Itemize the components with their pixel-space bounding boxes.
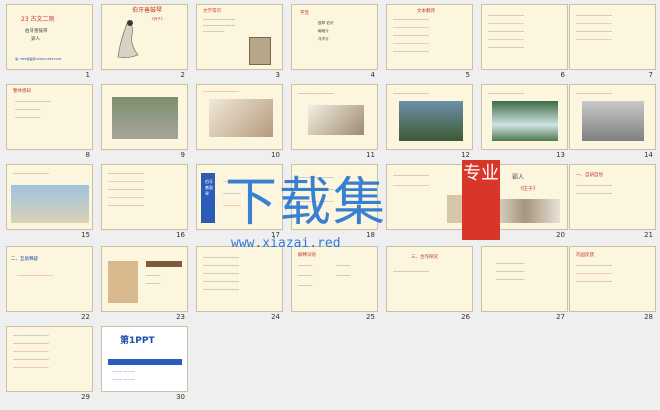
slide-thumbnail[interactable]: —————————— —————————— —————————— ———————… bbox=[196, 246, 283, 312]
slide-thumbnail[interactable]: ———————— ———————— ———————— bbox=[481, 246, 568, 312]
slide-thumbnail[interactable]: 解释词语 ———— ———— ———— ———— ———— bbox=[291, 246, 378, 312]
slide-number: 21 bbox=[644, 231, 653, 239]
slide-title: 三、合作探究 bbox=[411, 255, 438, 260]
slide-text: 鼓琴 伯牙 bbox=[318, 21, 334, 25]
slide-number: 1 bbox=[85, 71, 90, 79]
monument-photo bbox=[112, 97, 178, 139]
slide-title: 文学常识 bbox=[203, 9, 221, 14]
slide-thumbnail[interactable] bbox=[101, 84, 188, 150]
slide-number: 30 bbox=[176, 393, 185, 401]
slide-footer: 第一PPT模板网-WWW.1PPT.COM bbox=[15, 57, 62, 61]
slide-number: 18 bbox=[366, 231, 375, 239]
slide-number: 9 bbox=[180, 151, 185, 159]
ink-painting-image bbox=[308, 105, 364, 135]
slide-number: 24 bbox=[271, 313, 280, 321]
slide-thumbnail[interactable]: 23 古文二则 伯牙善鼓琴 郢人 第一PPT模板网-WWW.1PPT.COM bbox=[6, 4, 93, 70]
slide-number: 2 bbox=[180, 71, 185, 79]
slide-title: 字音 bbox=[300, 11, 309, 16]
slide-text: 峨峨兮 bbox=[318, 29, 329, 33]
slide-thumbnail[interactable]: —————————— bbox=[569, 84, 656, 150]
stone-monument-photo bbox=[582, 101, 644, 141]
slide-thumbnail[interactable]: 一、自研自悟 —————————— —————————— bbox=[569, 164, 656, 230]
slide-grid: 23 古文二则 伯牙善鼓琴 郢人 第一PPT模板网-WWW.1PPT.COM 1… bbox=[6, 4, 656, 408]
header-bar bbox=[146, 261, 182, 267]
ink-landscape-image bbox=[490, 199, 560, 223]
slide-number: 19 bbox=[461, 231, 470, 239]
slide-title: 整体感知 bbox=[13, 89, 31, 94]
slide-thumbnail[interactable]: 二、互助释疑 —————————— bbox=[6, 246, 93, 312]
slide-thumbnail[interactable]: 第1PPT ——— ——— ——— ——— bbox=[101, 326, 188, 392]
slide-number: 14 bbox=[644, 151, 653, 159]
slide-thumbnail[interactable]: 伯牙善鼓琴 ————— ————— ————— bbox=[196, 164, 283, 230]
slide-thumbnail[interactable]: —————————— —————————— —————————— bbox=[291, 164, 378, 230]
slide-thumbnail[interactable]: 整体感知 —————————— ——————— ——————— bbox=[6, 84, 93, 150]
slide-thumbnail[interactable]: 三、合作探究 —————————— bbox=[386, 246, 473, 312]
slide-thumbnail[interactable]: ———— ———— bbox=[101, 246, 188, 312]
slide-title: 巩固反馈 bbox=[576, 253, 594, 258]
slide-title: 23 古文二则 bbox=[21, 16, 55, 23]
slide-thumbnail[interactable]: —————————— bbox=[386, 84, 473, 150]
slide-number: 17 bbox=[271, 231, 280, 239]
slide-number: 20 bbox=[556, 231, 565, 239]
slide-thumbnail[interactable]: —————————— bbox=[291, 84, 378, 150]
slide-title: 解释词语 bbox=[298, 253, 316, 258]
slide-subtitle: 郢人 bbox=[31, 37, 40, 42]
slide-thumbnail[interactable]: 文学常识 ————————— ————————— —————— bbox=[196, 4, 283, 70]
slide-thumbnail[interactable]: 伯牙善鼓琴 《列子》 bbox=[101, 4, 188, 70]
slide-number: 15 bbox=[81, 231, 90, 239]
portrait-image bbox=[249, 37, 271, 65]
slide-thumbnail[interactable]: —————————— —————————— bbox=[386, 164, 473, 230]
slide-title: 二、互助释疑 bbox=[11, 257, 38, 262]
slide-number: 26 bbox=[461, 313, 470, 321]
slide-thumbnail[interactable]: —————————— —————————— —————————— ———————… bbox=[569, 4, 656, 70]
slide-number: 5 bbox=[465, 71, 470, 79]
slide-number: 29 bbox=[81, 393, 90, 401]
slide-title: 伯牙善鼓琴 bbox=[205, 179, 213, 196]
seascape-photo bbox=[11, 185, 89, 223]
slide-thumbnail[interactable]: 郢人 《庄子》 bbox=[481, 164, 568, 230]
slide-number: 22 bbox=[81, 313, 90, 321]
slide-number: 16 bbox=[176, 231, 185, 239]
slide-number: 28 bbox=[644, 313, 653, 321]
slide-thumbnail[interactable]: —————————— —————————— —————————— ———————… bbox=[6, 326, 93, 392]
slide-title: 伯牙善鼓琴 bbox=[132, 7, 163, 14]
slide-number: 4 bbox=[370, 71, 375, 79]
slide-thumbnail[interactable]: —————————— —————————— —————————— ———————… bbox=[101, 164, 188, 230]
slide-title: 文本翻译 bbox=[417, 9, 435, 14]
slide-number: 23 bbox=[176, 313, 185, 321]
slide-subtitle: 《列子》 bbox=[150, 17, 165, 21]
slide-thumbnail[interactable]: —————————— —————————— —————————— ———————… bbox=[481, 4, 568, 70]
slide-number: 13 bbox=[556, 151, 565, 159]
slide-number: 27 bbox=[556, 313, 565, 321]
slide-subtitle: 《庄子》 bbox=[518, 186, 539, 192]
painting-image bbox=[108, 261, 138, 303]
slide-title: 第1PPT bbox=[120, 336, 155, 346]
slide-title: 一、自研自悟 bbox=[576, 173, 603, 178]
slide-thumbnail[interactable]: 巩固反馈 —————————— —————————— —————————— bbox=[569, 246, 656, 312]
illustration-image bbox=[447, 195, 469, 223]
slide-thumbnail[interactable]: —————————— bbox=[196, 84, 283, 150]
slide-number: 7 bbox=[648, 71, 653, 79]
ink-painting-image bbox=[117, 20, 139, 58]
slide-number: 3 bbox=[275, 71, 280, 79]
slide-text: 洋洋兮 bbox=[318, 37, 329, 41]
slide-subtitle: 伯牙善鼓琴 bbox=[25, 29, 48, 34]
mountain-photo bbox=[399, 101, 463, 141]
slide-title: 郢人 bbox=[512, 174, 525, 181]
slide-number: 6 bbox=[560, 71, 565, 79]
slide-number: 11 bbox=[366, 151, 375, 159]
slide-thumbnail[interactable]: —————————— bbox=[481, 84, 568, 150]
ink-painting-image bbox=[209, 99, 273, 137]
slide-thumbnail[interactable]: 字音 鼓琴 伯牙 峨峨兮 洋洋兮 bbox=[291, 4, 378, 70]
slide-thumbnail[interactable]: —————————— bbox=[6, 164, 93, 230]
slide-number: 10 bbox=[271, 151, 280, 159]
slide-number: 12 bbox=[461, 151, 470, 159]
slide-thumbnail[interactable]: 文本翻译 —————————— —————————— —————————— ——… bbox=[386, 4, 473, 70]
slide-number: 25 bbox=[366, 313, 375, 321]
slide-number: 8 bbox=[85, 151, 90, 159]
waterfall-photo bbox=[492, 101, 558, 141]
banner-bar bbox=[108, 359, 182, 365]
